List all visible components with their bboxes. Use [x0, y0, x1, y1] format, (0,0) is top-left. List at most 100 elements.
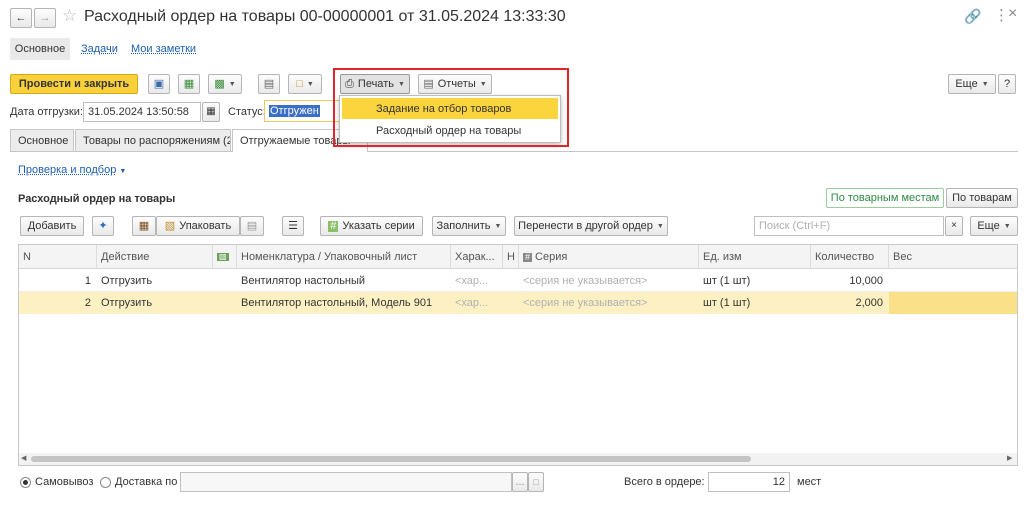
col-quantity[interactable]: Количество	[811, 245, 889, 269]
link-icon[interactable]: 🔗	[964, 8, 981, 25]
horizontal-scrollbar[interactable]: ◀ ▶	[19, 453, 1017, 465]
barcode-button[interactable]: ☰	[282, 216, 304, 236]
section-title: Расходный ордер на товары	[18, 193, 176, 205]
cell-n: 2	[84, 297, 91, 309]
col-characteristic[interactable]: Харак...	[451, 245, 503, 269]
delivery-select-button[interactable]: ...	[512, 472, 528, 492]
favorite-star-icon[interactable]: ☆	[62, 6, 77, 26]
goods-table: N Действие ▧ Номенклатура / Упаковочный …	[18, 244, 1018, 466]
close-icon[interactable]: ×	[1008, 5, 1017, 23]
cell-item: Вентилятор настольный	[241, 275, 366, 287]
chevron-down-icon: ▼	[228, 80, 236, 88]
table-header: N Действие ▧ Номенклатура / Упаковочный …	[19, 245, 1017, 269]
save-button[interactable]: ▣	[148, 74, 170, 94]
floppy-disk-icon: ▣	[153, 77, 165, 90]
col-series[interactable]: # Серия	[519, 245, 699, 269]
nav-tab-main[interactable]: Основное	[10, 38, 70, 60]
nav-tab-notes[interactable]: Мои заметки	[131, 43, 196, 55]
table-more-button[interactable]: Еще ▼	[970, 216, 1018, 236]
cell-quantity: 2,000	[855, 297, 883, 309]
col-action[interactable]: Действие	[97, 245, 213, 269]
help-button[interactable]: ?	[998, 74, 1016, 94]
open-icon: □	[533, 476, 539, 487]
cell-quantity: 10,000	[849, 275, 883, 287]
table-row[interactable]: 1 Отгрузить Вентилятор настольный <хар..…	[19, 270, 1017, 292]
annotation-highlight-frame	[333, 68, 569, 147]
ship-date-label: Дата отгрузки:	[10, 106, 83, 118]
pickup-radio[interactable]: Самовывоз	[20, 476, 93, 488]
kebab-menu-icon[interactable]: ⋮	[994, 6, 1009, 24]
total-unit-label: мест	[797, 476, 822, 488]
chevron-down-icon: ▼	[306, 80, 314, 88]
view-by-places-button[interactable]: По товарным местам	[826, 188, 944, 208]
cell-weight-active[interactable]	[889, 292, 1017, 314]
fill-button[interactable]: Заполнить ▼	[432, 216, 506, 236]
cell-action: Отгрузить	[101, 275, 153, 287]
close-icon: ×	[951, 220, 957, 231]
arrow-left-icon: ←	[15, 11, 27, 24]
check-and-select-link[interactable]: Проверка и подбор ▼	[18, 164, 126, 176]
delivery-radio[interactable]: Доставка по	[100, 476, 177, 488]
move-to-order-button[interactable]: Перенести в другой ордер ▼	[514, 216, 668, 236]
attachment-icon: □	[296, 77, 303, 90]
calendar-button[interactable]: ▦	[202, 102, 220, 122]
radio-unchecked-icon	[100, 476, 111, 488]
doc-tabs-baseline	[10, 151, 1018, 152]
ship-date-field[interactable]: 31.05.2024 13:50:58	[83, 102, 201, 122]
scroll-left-icon[interactable]: ◀	[21, 454, 26, 462]
structure-button[interactable]: ▤	[258, 74, 280, 94]
col-unit[interactable]: Ед. изм	[699, 245, 811, 269]
post-and-close-button[interactable]: Провести и закрыть	[10, 74, 138, 94]
delivery-field[interactable]	[180, 472, 512, 492]
hash-icon: #	[523, 251, 533, 262]
view-by-goods-button[interactable]: По товарам	[946, 188, 1018, 208]
cell-n: 1	[84, 275, 91, 287]
chevron-down-icon: ▼	[981, 80, 989, 88]
delivery-open-button[interactable]: □	[528, 472, 544, 492]
scrollbar-thumb[interactable]	[31, 456, 751, 462]
package-icon: ▧	[164, 219, 176, 232]
document-post-icon: ▦	[183, 77, 195, 90]
unpack-button[interactable]: ▦	[132, 216, 156, 236]
back-button[interactable]: ←	[10, 8, 32, 28]
chevron-down-icon: ▼	[119, 168, 127, 175]
search-input[interactable]: Поиск (Ctrl+F)	[754, 216, 944, 236]
cell-series: <серия не указывается>	[523, 275, 648, 287]
list-icon: ▤	[263, 77, 275, 90]
col-item[interactable]: Номенклатура / Упаковочный лист	[237, 245, 451, 269]
create-based-on-button[interactable]: ▩ ▼	[208, 74, 242, 94]
more-button[interactable]: Еще ▼	[948, 74, 996, 94]
share-button[interactable]: ✦	[92, 216, 114, 236]
post-button[interactable]: ▦	[178, 74, 200, 94]
status-field[interactable]: Отгружен	[264, 100, 344, 122]
add-button[interactable]: Добавить	[20, 216, 84, 236]
attachments-button[interactable]: □ ▼	[288, 74, 322, 94]
barcode-icon: ☰	[288, 219, 298, 232]
arrow-right-icon: →	[39, 11, 51, 24]
chevron-down-icon: ▼	[656, 222, 664, 230]
pack-button[interactable]: ▧ Упаковать	[156, 216, 240, 236]
box-icon: ▦	[138, 219, 150, 232]
doc-tab-ordered-goods[interactable]: Товары по распоряжениям (2)	[75, 129, 231, 151]
create-based-icon: ▩	[214, 77, 225, 90]
cell-item: Вентилятор настольный, Модель 901	[241, 297, 433, 309]
doc-tab-main[interactable]: Основное	[10, 129, 74, 151]
forward-button[interactable]: →	[34, 8, 56, 28]
nav-tab-tasks[interactable]: Задачи	[81, 43, 118, 55]
total-field: 12	[708, 472, 790, 492]
col-pack-flag[interactable]: ▧	[213, 245, 237, 269]
table-row[interactable]: 2 Отгрузить Вентилятор настольный, Модел…	[19, 292, 1017, 314]
pack-options-button[interactable]: ▤	[240, 216, 264, 236]
radio-checked-icon	[20, 476, 31, 488]
share-icon: ✦	[98, 219, 108, 232]
cell-unit: шт (1 шт)	[703, 275, 751, 287]
scroll-right-icon[interactable]: ▶	[1007, 454, 1012, 462]
list-icon: ▤	[246, 219, 258, 232]
search-clear-button[interactable]: ×	[945, 216, 963, 236]
col-n[interactable]: N	[19, 245, 97, 269]
window-title: Расходный ордер на товары 00-00000001 от…	[84, 8, 566, 25]
cell-characteristic: <хар...	[455, 297, 489, 309]
col-n2[interactable]: Н	[503, 245, 519, 269]
col-weight[interactable]: Вес	[889, 245, 1017, 269]
set-series-button[interactable]: # Указать серии	[320, 216, 423, 236]
